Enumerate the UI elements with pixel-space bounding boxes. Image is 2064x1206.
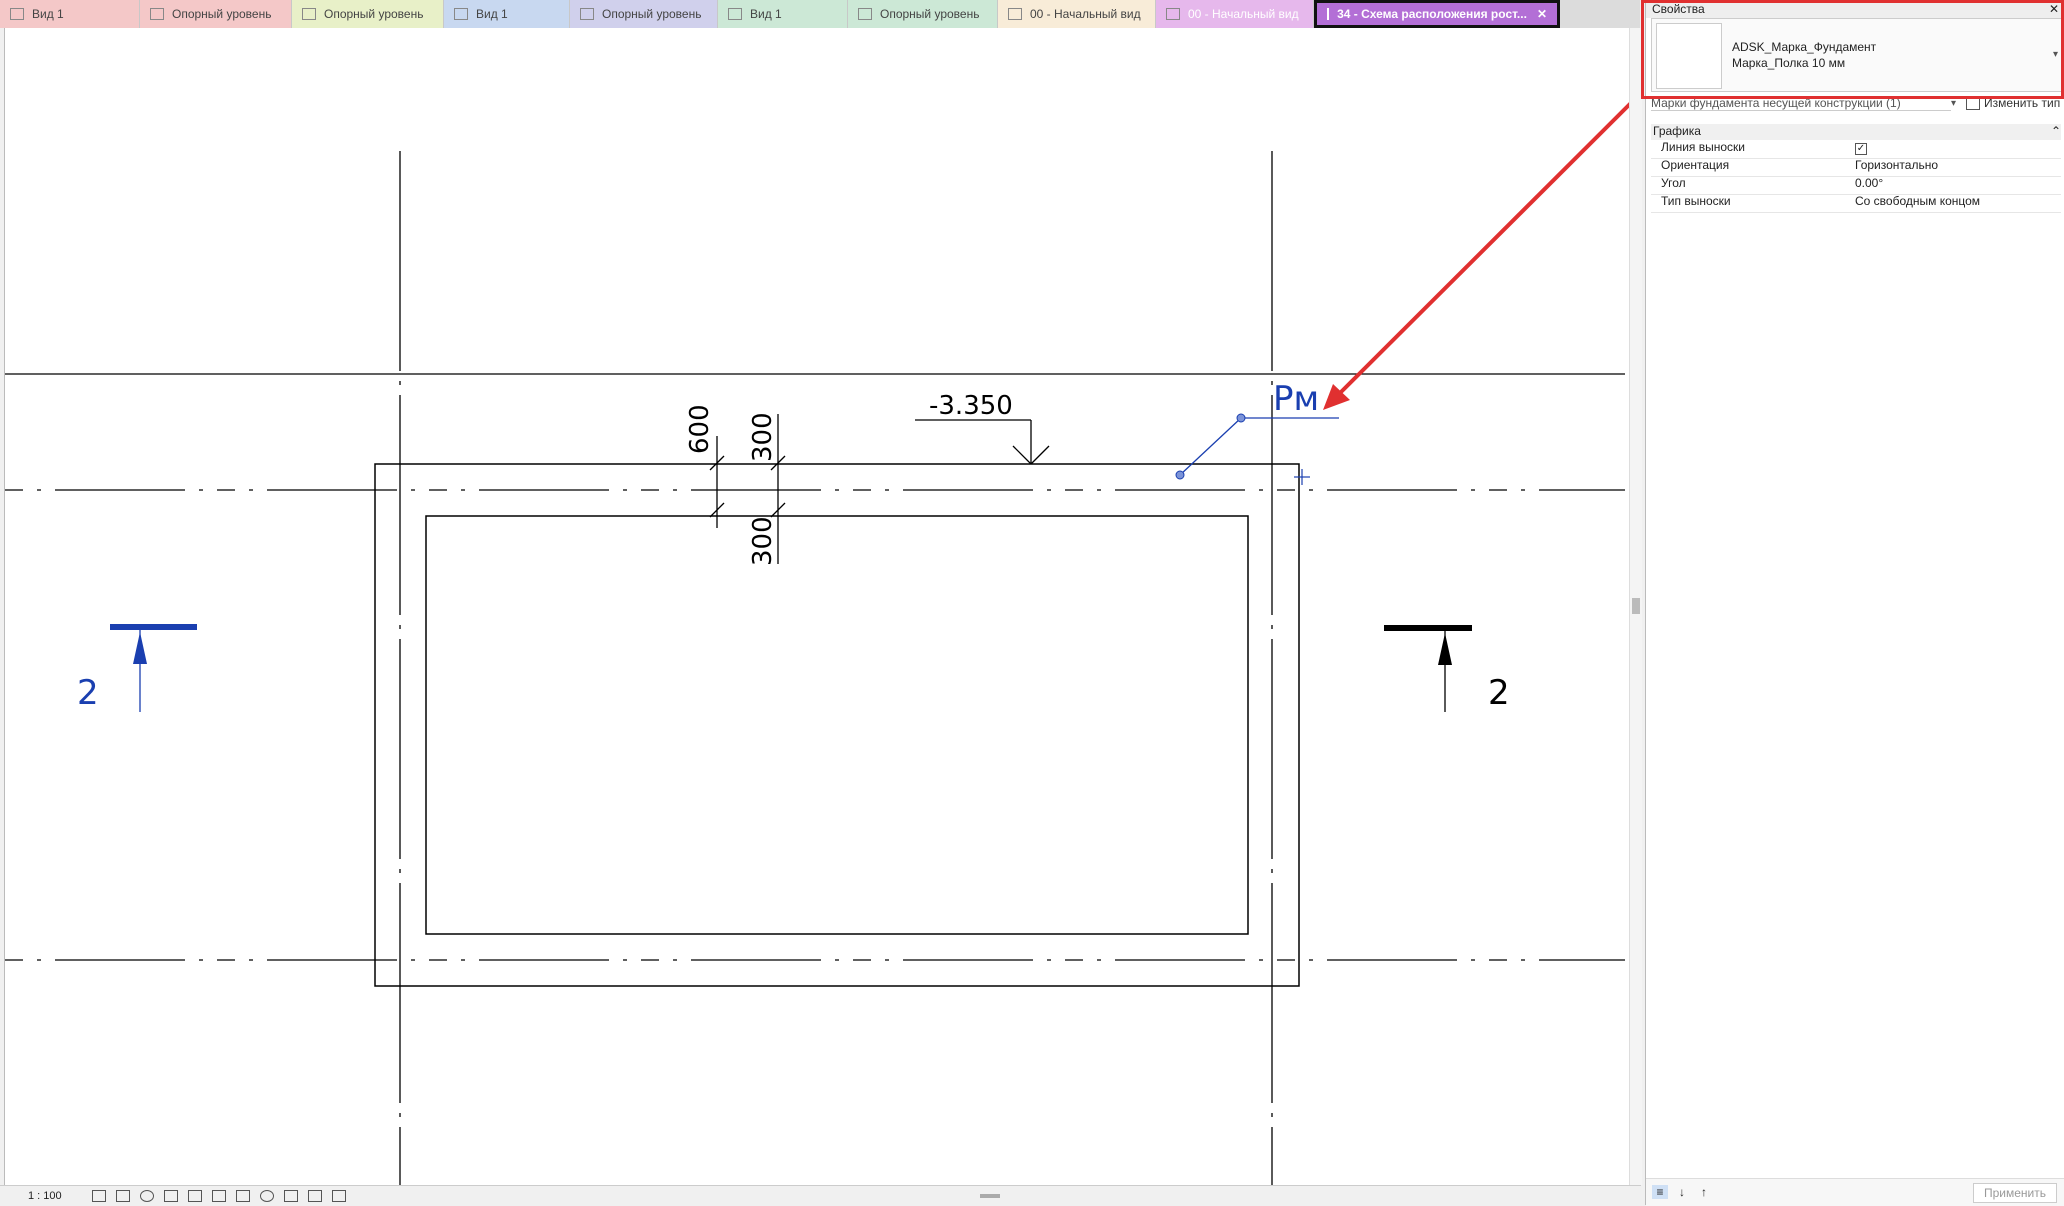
highlight-displacement-icon[interactable] <box>331 1190 346 1202</box>
foundation-tag-leader[interactable] <box>1175 413 1339 480</box>
properties-footer: ≡ ↓ ↑ Применить <box>1646 1178 2064 1206</box>
document-icon <box>858 8 872 20</box>
properties-panel: Свойства ✕ ADSK_Марка_Фундамент Марка_По… <box>1645 0 2064 1206</box>
edit-type-icon <box>1966 97 1981 110</box>
view-control-bar: 1 : 100 <box>0 1185 1641 1206</box>
temporary-hide-icon[interactable] <box>235 1190 250 1202</box>
tab-ref-level[interactable]: Опорный уровень <box>570 0 718 28</box>
chevron-down-icon[interactable]: ▾ <box>1951 98 1956 109</box>
drawing-canvas[interactable]: 600 300 300 -3.350 Рм 2 2 <box>4 28 1630 1185</box>
collapse-icon[interactable]: ⌃ <box>2051 124 2061 140</box>
tab-ref-level[interactable]: Опорный уровень <box>292 0 444 28</box>
tab-ref-level[interactable]: Опорный уровень <box>140 0 292 28</box>
highlight-box <box>1641 0 2064 99</box>
annotation-arrow <box>1323 101 1630 410</box>
sun-path-icon[interactable] <box>139 1190 154 1202</box>
view-scale[interactable]: 1 : 100 <box>28 1190 62 1202</box>
show-crop-icon[interactable] <box>211 1190 226 1202</box>
house-icon <box>10 8 24 20</box>
sort-descending-icon[interactable]: ↑ <box>1696 1185 1712 1199</box>
dimension-300-top-label[interactable]: 300 <box>748 412 778 462</box>
foundation-inner-outline[interactable] <box>425 515 1249 935</box>
tab-active-layout-scheme[interactable]: 34 - Схема расположения рост... ✕ <box>1314 0 1560 28</box>
document-icon <box>580 8 594 20</box>
dimension-600-label[interactable]: 600 <box>685 404 715 454</box>
house-icon <box>454 8 468 20</box>
property-row-leader-line[interactable]: Линия выноски ✓ <box>1651 140 2061 159</box>
shadows-icon[interactable] <box>163 1190 178 1202</box>
property-row-leader-type[interactable]: Тип выноски Со свободным концом <box>1651 194 2061 213</box>
foundation-tag-label[interactable]: Рм <box>1273 379 1319 419</box>
show-analytical-icon[interactable] <box>307 1190 322 1202</box>
apply-button[interactable]: Применить <box>1972 1183 2057 1203</box>
crop-view-icon[interactable] <box>187 1190 202 1202</box>
property-row-orientation[interactable]: Ориентация Горизонтально <box>1651 158 2061 177</box>
section-left-label[interactable]: 2 <box>77 673 99 713</box>
tab-ref-level[interactable]: Опорный уровень <box>848 0 998 28</box>
tab-view-1[interactable]: Вид 1 <box>718 0 848 28</box>
scroll-thumb[interactable] <box>1632 598 1640 614</box>
sort-ascending-icon[interactable]: ↓ <box>1674 1185 1690 1199</box>
tab-start-view[interactable]: 00 - Начальный вид <box>998 0 1156 28</box>
document-icon <box>302 8 316 20</box>
section-right-label[interactable]: 2 <box>1488 673 1510 713</box>
scroll-thumb[interactable] <box>980 1194 1000 1198</box>
sheet-icon <box>1327 8 1330 20</box>
view-tab-bar: Вид 1 Опорный уровень Опорный уровень Ви… <box>0 0 1640 28</box>
property-row-angle[interactable]: Угол 0.00° <box>1651 176 2061 195</box>
vertical-scrollbar[interactable] <box>1629 28 1642 1185</box>
close-icon[interactable]: ✕ <box>1537 7 1547 21</box>
elevation-mark[interactable] <box>915 419 1050 465</box>
document-icon <box>150 8 164 20</box>
horizontal-scrollbar[interactable] <box>380 1192 1620 1200</box>
tab-start-view[interactable]: 00 - Начальный вид <box>1156 0 1314 28</box>
house-icon <box>728 8 742 20</box>
section-marker-left[interactable] <box>110 624 197 712</box>
group-graphics[interactable]: Графика ⌃ <box>1651 124 2061 140</box>
elevation-label[interactable]: -3.350 <box>929 391 1013 421</box>
sort-categorized-icon[interactable]: ≡ <box>1652 1185 1668 1199</box>
foundation-outer-outline[interactable] <box>374 463 1300 987</box>
detail-level-icon[interactable] <box>91 1190 106 1202</box>
reveal-hidden-icon[interactable] <box>259 1190 274 1202</box>
tab-view-1[interactable]: Вид 1 <box>444 0 570 28</box>
visual-style-icon[interactable] <box>115 1190 130 1202</box>
sheet-icon <box>1166 8 1180 20</box>
tab-view-1[interactable]: Вид 1 <box>0 0 140 28</box>
temporary-view-properties-icon[interactable] <box>283 1190 298 1202</box>
leader-line-checkbox[interactable]: ✓ <box>1855 143 1867 155</box>
drawing-svg[interactable]: 600 300 300 -3.350 Рм 2 2 <box>5 28 1630 1185</box>
sheet-icon <box>1008 8 1022 20</box>
section-marker-right[interactable] <box>1384 625 1472 712</box>
dimension-300-bottom-label[interactable]: 300 <box>748 516 778 566</box>
move-cursor-icon <box>1294 469 1310 485</box>
